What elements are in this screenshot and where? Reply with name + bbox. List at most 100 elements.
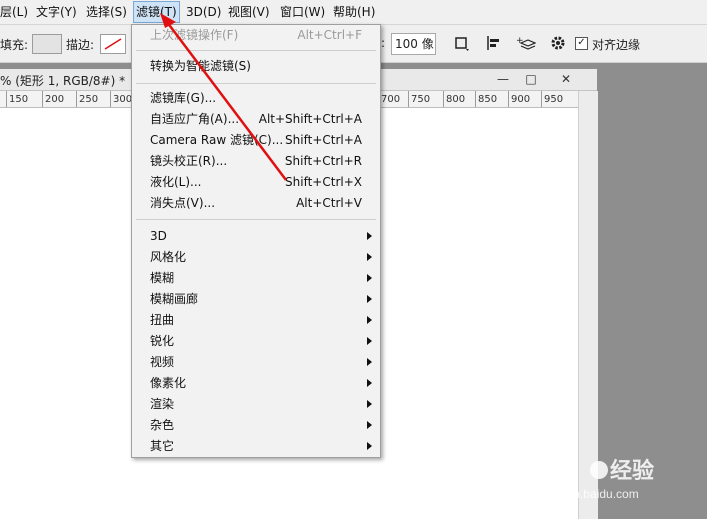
menu-3d[interactable]: 3D(D) — [186, 0, 221, 24]
submenu-render[interactable]: 渲染 — [132, 394, 380, 414]
stroke-width-field[interactable]: 100 像 — [391, 33, 436, 55]
submenu-arrow-icon — [367, 316, 372, 324]
align-edges-label: 对齐边缘 — [592, 38, 641, 52]
menu-item-label: Camera Raw 滤镜(C)... — [150, 133, 284, 147]
menu-item-label: 3D — [150, 229, 167, 243]
menu-item-shortcut: Shift+Ctrl+X — [285, 175, 362, 189]
submenu-arrow-icon — [367, 295, 372, 303]
submenu-noise[interactable]: 杂色 — [132, 415, 380, 435]
ruler-tick-900: 900 — [511, 94, 531, 105]
ruler-tick-750: 750 — [411, 94, 431, 105]
ruler-mark — [541, 91, 542, 107]
submenu-pixelate[interactable]: 像素化 — [132, 373, 380, 393]
submenu-other[interactable]: 其它 — [132, 436, 380, 456]
minimize-button[interactable]: — — [490, 71, 516, 87]
stroke-label: 描边: — [66, 38, 95, 52]
menu-item-label: 模糊画廊 — [150, 292, 199, 306]
fill-swatch[interactable] — [32, 34, 62, 54]
document-title: % (矩形 1, RGB/8#) * — [0, 74, 126, 88]
menu-item-label: 视频 — [150, 355, 175, 369]
ruler-tick-250: 250 — [79, 94, 99, 105]
submenu-arrow-icon — [367, 421, 372, 429]
submenu-sharpen[interactable]: 锐化 — [132, 331, 380, 351]
menu-separator — [136, 83, 376, 84]
menu-item-label: 杂色 — [150, 418, 175, 432]
menu-item-last-filter: 上次滤镜操作(F) Alt+Ctrl+F — [132, 25, 380, 45]
path-arrangement-icon[interactable]: + — [516, 35, 537, 51]
menu-item-camera-raw[interactable]: Camera Raw 滤镜(C)... Shift+Ctrl+A — [132, 130, 380, 150]
submenu-3d[interactable]: 3D — [132, 226, 380, 246]
submenu-arrow-icon — [367, 379, 372, 387]
menu-item-label: 像素化 — [150, 376, 187, 390]
filter-menu: 上次滤镜操作(F) Alt+Ctrl+F 转换为智能滤镜(S) 滤镜库(G)..… — [131, 24, 381, 458]
menu-item-vanishing-point[interactable]: 消失点(V)... Alt+Ctrl+V — [132, 193, 380, 213]
svg-text:Bai: Bai — [542, 458, 576, 483]
ruler-tick-950: 950 — [544, 94, 564, 105]
ruler-mark — [443, 91, 444, 107]
menu-item-label: 锐化 — [150, 334, 175, 348]
menu-window[interactable]: 窗口(W) — [280, 0, 325, 24]
ruler-mark — [76, 91, 77, 107]
submenu-arrow-icon — [367, 274, 372, 282]
menu-item-filter-gallery[interactable]: 滤镜库(G)... — [132, 88, 380, 108]
menu-select[interactable]: 选择(S) — [86, 0, 127, 24]
ruler-mark — [42, 91, 43, 107]
ruler-tick-200: 200 — [45, 94, 65, 105]
menu-view[interactable]: 视图(V) — [228, 0, 270, 24]
align-edges-checkbox[interactable]: ✓ — [575, 37, 588, 50]
stroke-swatch[interactable] — [100, 34, 126, 54]
submenu-arrow-icon — [367, 442, 372, 450]
menu-item-label: 液化(L)... — [150, 175, 202, 189]
ruler-mark — [508, 91, 509, 107]
submenu-distort[interactable]: 扭曲 — [132, 310, 380, 330]
menu-item-lens-correction[interactable]: 镜头校正(R)... Shift+Ctrl+R — [132, 151, 380, 171]
menu-item-label: 扭曲 — [150, 313, 175, 327]
ruler-tick-150: 150 — [9, 94, 29, 105]
ruler-mark — [110, 91, 111, 107]
gear-icon[interactable] — [550, 35, 566, 51]
svg-text:+: + — [516, 36, 524, 46]
svg-text:jingyan.baidu.com: jingyan.baidu.com — [541, 487, 639, 501]
submenu-stylize[interactable]: 风格化 — [132, 247, 380, 267]
svg-text:经验: 经验 — [610, 458, 654, 483]
menu-item-label: 消失点(V)... — [150, 196, 216, 210]
no-stroke-icon — [104, 38, 122, 50]
submenu-blur-gallery[interactable]: 模糊画廊 — [132, 289, 380, 309]
ruler-mark — [6, 91, 7, 107]
menu-item-shortcut: Alt+Ctrl+V — [296, 196, 362, 210]
ruler-mark — [475, 91, 476, 107]
submenu-video[interactable]: 视频 — [132, 352, 380, 372]
ruler-tick-300: 300 — [113, 94, 133, 105]
submenu-arrow-icon — [367, 337, 372, 345]
menu-item-adaptive-wide-angle[interactable]: 自适应广角(A)... Alt+Shift+Ctrl+A — [132, 109, 380, 129]
submenu-blur[interactable]: 模糊 — [132, 268, 380, 288]
menu-type[interactable]: 文字(Y) — [36, 0, 77, 24]
menu-bar: 层(L) 文字(Y) 选择(S) 滤镜(T) 3D(D) 视图(V) 窗口(W)… — [0, 0, 707, 25]
fill-label: 填充: — [0, 38, 29, 52]
menu-item-shortcut: Alt+Shift+Ctrl+A — [258, 112, 362, 126]
submenu-arrow-icon — [367, 253, 372, 261]
menu-item-label: 镜头校正(R)... — [150, 154, 228, 168]
ruler-tick-800: 800 — [446, 94, 466, 105]
menu-item-convert-smart-filter[interactable]: 转换为智能滤镜(S) — [132, 56, 380, 76]
menu-item-label: 自适应广角(A)... — [150, 112, 240, 126]
close-button[interactable]: ✕ — [553, 71, 579, 87]
menu-layer[interactable]: 层(L) — [0, 0, 28, 24]
path-alignment-icon[interactable] — [486, 35, 502, 51]
ruler-mark — [408, 91, 409, 107]
menu-item-label: 渲染 — [150, 397, 175, 411]
path-operations-icon[interactable] — [454, 35, 470, 51]
menu-help[interactable]: 帮助(H) — [333, 0, 375, 24]
baidu-logo: Bai 经验 jingyan.baidu.com — [541, 458, 654, 501]
maximize-button[interactable]: □ — [518, 71, 544, 87]
submenu-arrow-icon — [367, 358, 372, 366]
submenu-arrow-icon — [367, 400, 372, 408]
baidu-watermark: Bai 经验 jingyan.baidu.com — [540, 454, 700, 509]
menu-item-shortcut: Shift+Ctrl+A — [285, 133, 362, 147]
menu-item-liquify[interactable]: 液化(L)... Shift+Ctrl+X — [132, 172, 380, 192]
menu-item-label: 其它 — [150, 439, 175, 453]
submenu-arrow-icon — [367, 232, 372, 240]
menu-filter[interactable]: 滤镜(T) — [133, 1, 180, 23]
size-label-partial: : — [381, 36, 386, 50]
ruler-tick-700: 700 — [381, 94, 401, 105]
